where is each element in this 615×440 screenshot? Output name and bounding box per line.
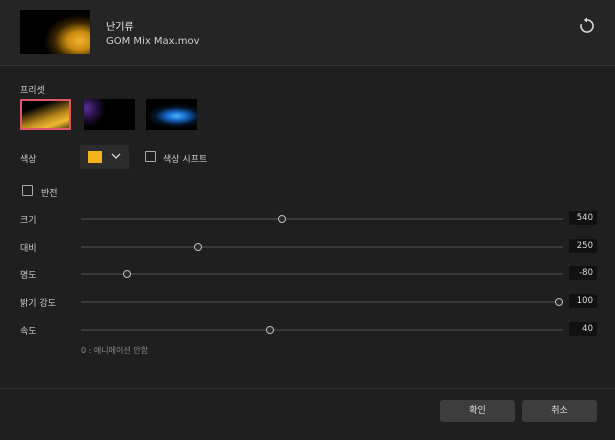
brightness-intensity-slider-thumb[interactable] xyxy=(555,298,563,306)
color-dropdown[interactable] xyxy=(80,145,129,169)
contrast-label: 대비 xyxy=(20,244,37,254)
size-label: 크기 xyxy=(20,216,37,226)
brightness-label: 명도 xyxy=(20,271,37,281)
invert-checkbox[interactable] xyxy=(22,185,33,196)
brightness-intensity-label: 밝기 강도 xyxy=(20,299,56,309)
cancel-button[interactable]: 취소 xyxy=(522,400,597,422)
invert-label: 반전 xyxy=(41,189,58,199)
preset-blue[interactable] xyxy=(146,99,197,130)
ok-button[interactable]: 확인 xyxy=(440,400,515,422)
size-slider-track[interactable] xyxy=(81,218,563,220)
speed-slider-thumb[interactable] xyxy=(265,326,274,334)
speed-hint: 0 : 애니메이션 안함 xyxy=(81,346,148,355)
brightness-slider-thumb[interactable] xyxy=(123,270,132,278)
contrast-slider-thumb[interactable] xyxy=(193,243,202,251)
footer-divider xyxy=(0,388,615,389)
preset-label: 프리셋 xyxy=(20,86,45,96)
preset-gold[interactable] xyxy=(20,99,71,130)
contrast-slider-track[interactable] xyxy=(81,246,563,248)
brightness-intensity-value-input[interactable]: 100 xyxy=(569,294,597,308)
brightness-value-input[interactable]: -80 xyxy=(569,266,597,280)
brightness-intensity-slider-track[interactable] xyxy=(81,301,563,303)
size-value-input[interactable]: 540 xyxy=(569,211,597,225)
color-label: 색상 xyxy=(20,155,37,165)
color-shift-label: 색상 시프트 xyxy=(163,155,208,165)
speed-value-input[interactable]: 40 xyxy=(569,322,597,336)
contrast-value-input[interactable]: 250 xyxy=(569,239,597,253)
speed-slider-track[interactable] xyxy=(81,329,563,331)
dialog-header: 난기류 GOM Mix Max.mov xyxy=(0,0,615,66)
chevron-down-icon xyxy=(111,153,121,159)
file-name: GOM Mix Max.mov xyxy=(106,36,200,47)
size-slider-thumb[interactable] xyxy=(277,215,286,223)
color-shift-checkbox[interactable] xyxy=(145,151,156,162)
reset-icon[interactable] xyxy=(577,16,597,36)
preset-purple[interactable] xyxy=(84,99,135,130)
brightness-slider-track[interactable] xyxy=(81,273,563,275)
color-swatch xyxy=(88,151,102,163)
speed-label: 속도 xyxy=(20,327,37,337)
effect-thumbnail xyxy=(20,10,90,54)
effect-title: 난기류 xyxy=(106,22,134,33)
